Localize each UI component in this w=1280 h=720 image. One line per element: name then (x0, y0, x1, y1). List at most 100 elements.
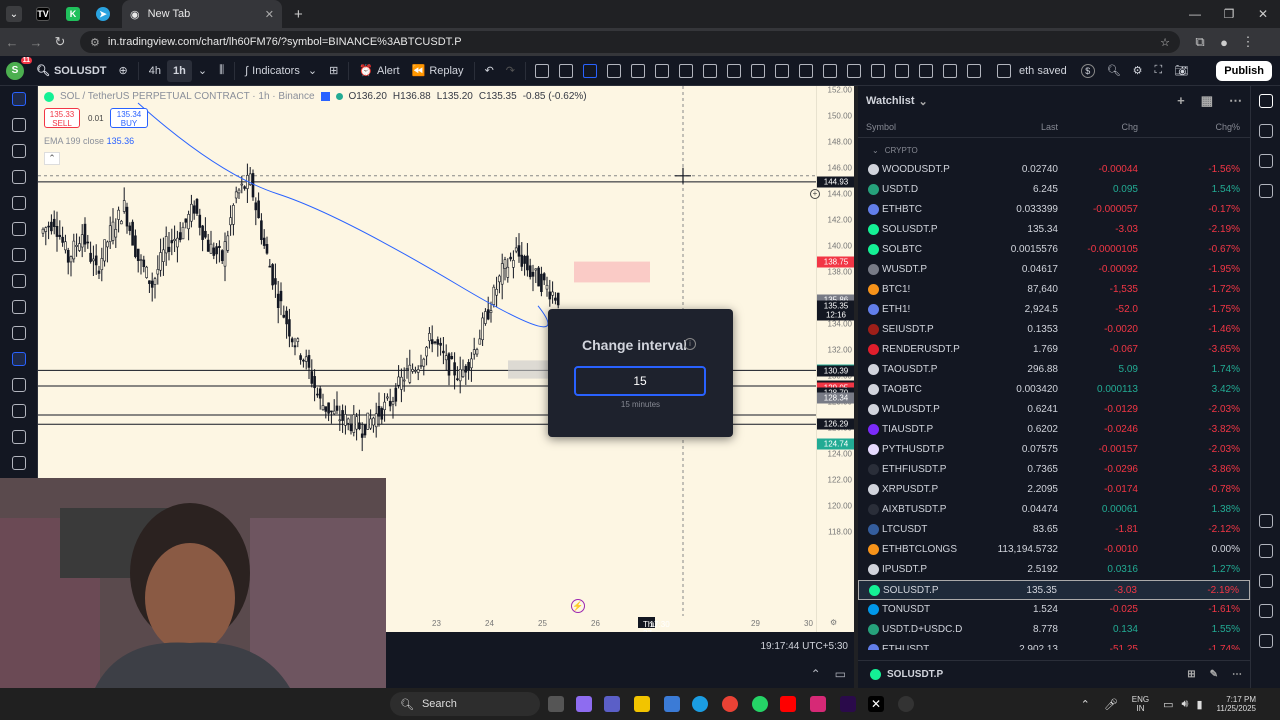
camera-icon[interactable]: 📷︎ (1168, 56, 1194, 86)
mic-icon[interactable]: 🎤︎ (1104, 698, 1118, 711)
forecast-tool-button[interactable] (0, 190, 38, 216)
close-window-button[interactable]: ✕ (1246, 0, 1280, 28)
more-options-icon[interactable]: ⋯ (1232, 669, 1242, 680)
section-header-crypto[interactable]: ⌄ CRYPTO (858, 142, 918, 158)
forward-button[interactable]: → (24, 35, 48, 50)
settings-gear-icon[interactable]: ⚙ (1127, 56, 1149, 86)
add-alert-icon[interactable]: + (810, 189, 820, 199)
watchlist-title[interactable]: Watchlist (866, 95, 915, 107)
curve-tool-icon[interactable] (775, 63, 789, 78)
col-chg-pct[interactable]: Chg% (1215, 122, 1240, 132)
watchlist-row[interactable]: TONUSDT 1.524 -0.025 -1.61% (858, 600, 1250, 620)
lock-drawings-button[interactable] (0, 398, 38, 424)
stay-in-drawing-button[interactable] (0, 372, 38, 398)
ema-legend[interactable]: EMA 199 close 135.36 (44, 136, 134, 146)
minimize-button[interactable]: — (1178, 0, 1212, 28)
watchlist-row[interactable]: WOODUSDT.P 0.02740 -0.00044 -1.56% (858, 160, 1250, 180)
task-view-icon[interactable] (548, 696, 564, 712)
collapse-up-icon[interactable]: ⌃ (811, 667, 821, 681)
symbol-search-button[interactable]: 🔍︎ SOLUSDT (30, 56, 113, 86)
taskbar-search[interactable]: 🔍︎ Search (390, 692, 540, 716)
chrome-menu-icon[interactable]: ⋮ (1236, 34, 1260, 50)
close-tab-icon[interactable]: ✕ (265, 8, 274, 21)
edge-icon[interactable] (692, 696, 708, 712)
lightning-icon[interactable]: ⚡ (571, 599, 585, 613)
watchlist-row[interactable]: TIAUSDT.P 0.6202 -0.0246 -3.82% (858, 420, 1250, 440)
indicators-button[interactable]: ∫ Indicators ⌄ (239, 56, 323, 86)
collapse-legend-button[interactable]: ⌃ (44, 152, 60, 165)
chevron-down-icon[interactable]: ⌄ (919, 95, 928, 108)
watchlist-row[interactable]: ETHFIUSDT.P 0.7365 -0.0296 -3.86% (858, 460, 1250, 480)
fib-tool-icon[interactable] (679, 63, 693, 78)
help-sidebar-button[interactable] (1251, 596, 1280, 626)
circle-tool-icon[interactable] (847, 63, 861, 78)
templates-icon[interactable]: ⊞ (323, 56, 344, 86)
tradingview-tab-icon[interactable]: TV (36, 7, 50, 21)
chart-title[interactable]: SOL / TetherUS PERPETUAL CONTRACT · 1h ·… (60, 91, 315, 102)
interval-1h[interactable]: 1h (167, 59, 192, 82)
apps-sidebar-button[interactable] (1251, 626, 1280, 656)
whatsapp-icon[interactable] (752, 696, 768, 712)
alerts-sidebar-button[interactable] (1251, 116, 1280, 146)
watchlist-row[interactable]: ETH1! 2,924.5 -52.0 -1.75% (858, 300, 1250, 320)
grid-icon[interactable]: ⊞ (1187, 669, 1195, 680)
watchlist-row[interactable]: USDT.D+USDC.D 8.778 0.134 1.55% (858, 620, 1250, 640)
x-icon[interactable]: ✕ (868, 696, 884, 712)
chrome-taskbar-icon[interactable] (722, 696, 738, 712)
brush-tool-button[interactable] (0, 216, 38, 242)
publish-button[interactable]: Publish (1216, 60, 1272, 81)
interval-4h[interactable]: 4h (143, 56, 167, 86)
interval-input[interactable] (574, 366, 706, 396)
pitchfork-icon[interactable] (751, 63, 765, 78)
footer-symbol[interactable]: SOLUSDT.P (887, 669, 943, 680)
pattern-tool-icon[interactable] (823, 63, 837, 78)
active-tab[interactable]: ◉ New Tab ✕ (122, 0, 282, 28)
watchlist-row[interactable]: SOLBTC 0.0015576 -0.0000105 -0.67% (858, 240, 1250, 260)
calendar-sidebar-button[interactable] (1251, 536, 1280, 566)
trendline-tool-button[interactable] (0, 112, 38, 138)
new-tab-button[interactable]: + (294, 6, 303, 23)
reload-button[interactable]: ↻ (48, 34, 72, 50)
layout-menu[interactable]: eth saved $ (986, 56, 1101, 86)
layers-sidebar-button[interactable] (1251, 146, 1280, 176)
target-sidebar-button[interactable] (1251, 506, 1280, 536)
copilot-icon[interactable] (576, 696, 592, 712)
premiere-icon[interactable] (840, 696, 856, 712)
col-symbol[interactable]: Symbol (866, 122, 896, 132)
text-tool-button[interactable] (0, 242, 38, 268)
clock[interactable]: 7:17 PM 11/25/2025 (1217, 695, 1256, 713)
kite-tab-icon[interactable]: K (66, 7, 80, 21)
stream-sidebar-button[interactable] (1251, 566, 1280, 596)
tab-list-button[interactable]: ⌄ (6, 6, 22, 22)
watchlist-row[interactable]: BTC1! 87,640 -1,535 -1.72% (858, 280, 1250, 300)
watchlist-row[interactable]: WLDUSDT.P 0.6241 -0.0129 -2.03% (858, 400, 1250, 420)
youtube-icon[interactable] (780, 696, 796, 712)
rectangle-tool-icon[interactable] (655, 63, 669, 78)
parallel-channel-icon[interactable] (703, 63, 717, 78)
tray-chevron-icon[interactable]: ⌃ (1081, 698, 1090, 711)
watchlist-row[interactable]: SOLUSDT.P 135.35 -3.03 -2.19% (858, 580, 1250, 600)
pin-tool-icon[interactable] (919, 63, 933, 78)
watchlist-row[interactable]: AIXBTUSDT.P 0.04474 0.00061 1.38% (858, 500, 1250, 520)
zoom-icon[interactable]: 🔍︎ (1101, 56, 1127, 86)
site-info-icon[interactable]: ⚙ (90, 36, 100, 49)
volume-profile-icon[interactable] (967, 63, 981, 78)
info-icon[interactable]: i (684, 338, 696, 350)
interval-dropdown-icon[interactable]: ⌄ (192, 56, 213, 86)
watchlist-row[interactable]: TAOUSDT.P 296.88 5.09 1.74% (858, 360, 1250, 380)
remove-drawings-button[interactable] (0, 450, 38, 476)
zoom-in-tool-button[interactable] (0, 320, 38, 346)
watchlist-row[interactable]: TAOBTC 0.003420 0.000113 3.42% (858, 380, 1250, 400)
watchlist-row[interactable]: ETHBTC 0.033399 -0.000057 -0.17% (858, 200, 1250, 220)
instagram-icon[interactable] (810, 696, 826, 712)
user-avatar[interactable]: S 11 (0, 56, 32, 86)
telegram-tab-icon[interactable]: ➤ (96, 7, 110, 21)
file-explorer-icon[interactable] (634, 696, 650, 712)
volume-icon[interactable]: 🔊︎ (1182, 698, 1189, 711)
path-tool-icon[interactable] (607, 63, 621, 78)
teams-icon[interactable] (604, 696, 620, 712)
trendline-tool-icon[interactable] (559, 63, 573, 78)
text-tool-icon[interactable] (895, 63, 909, 78)
col-chg[interactable]: Chg (1121, 122, 1138, 132)
candle-type-icon[interactable]: ⫼ (213, 56, 230, 86)
